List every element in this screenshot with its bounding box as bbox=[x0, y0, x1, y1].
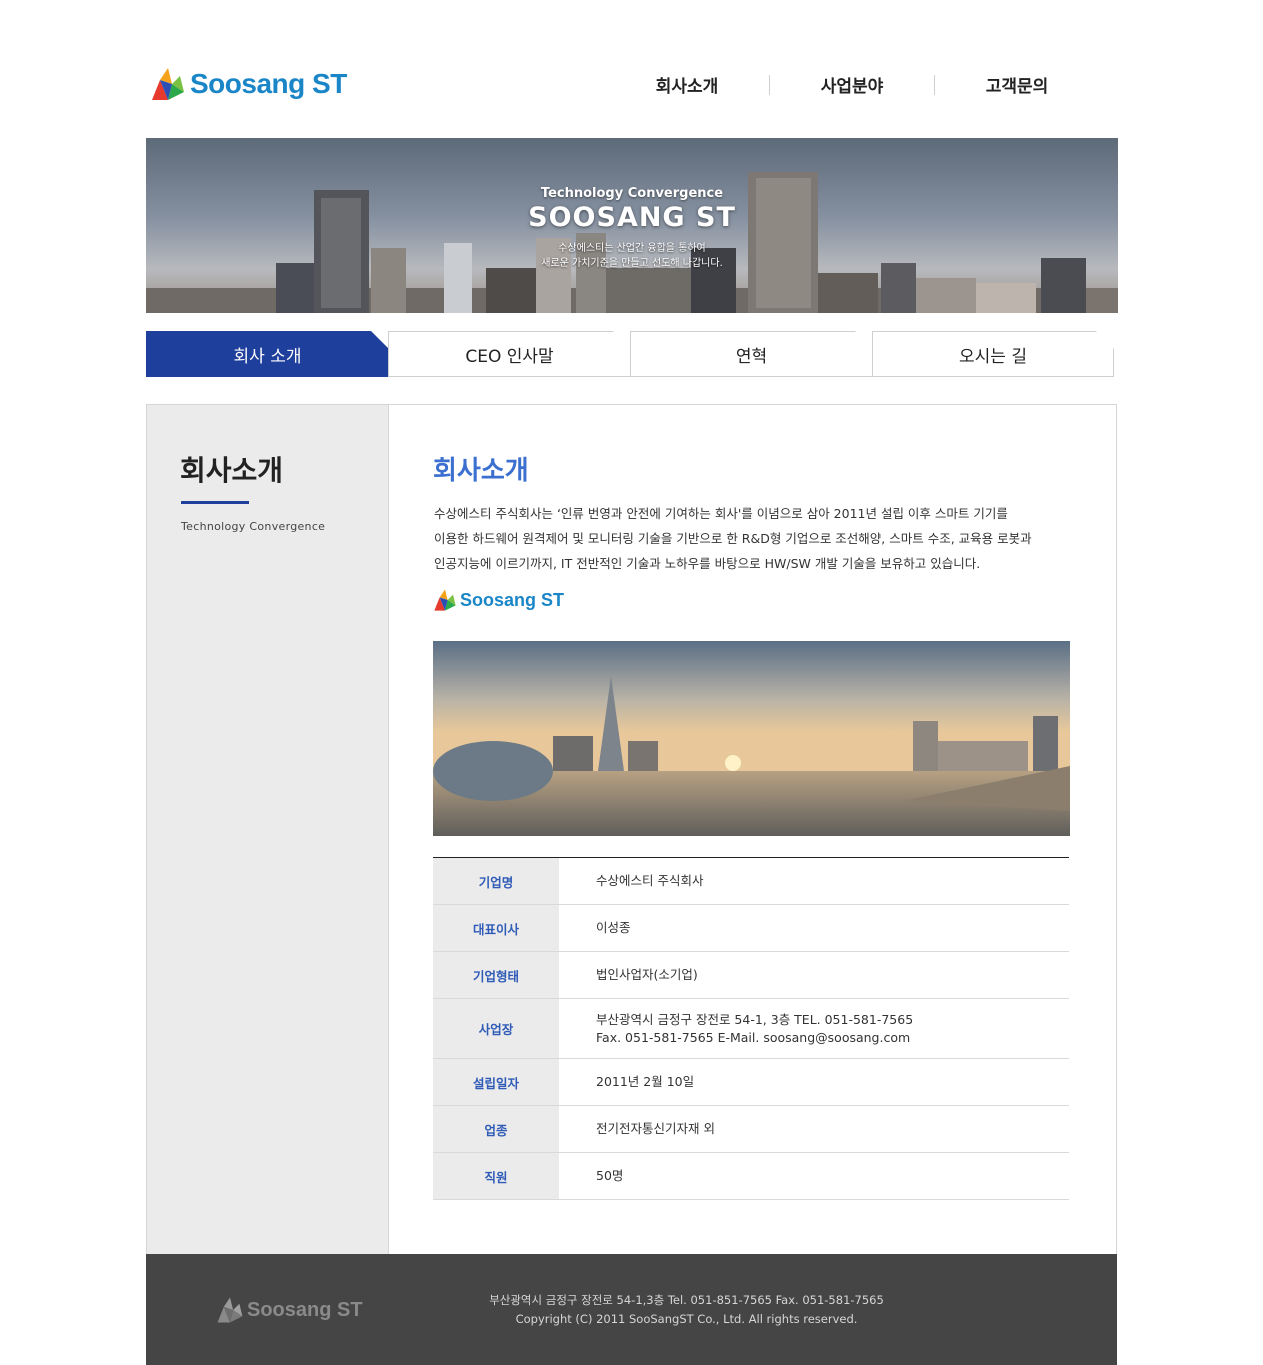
banner-description: 새로운 가치기준을 만들고 선도해 나갑니다. bbox=[541, 258, 723, 269]
info-value-text: 50명 bbox=[596, 1168, 624, 1183]
sidebar-title: 회사소개 bbox=[180, 454, 284, 487]
tab-directions[interactable]: 오시는 길 bbox=[872, 331, 1114, 377]
sidebar-title-underline bbox=[181, 501, 249, 504]
table-row: 설립일자 2011년 2월 10일 bbox=[433, 1059, 1069, 1106]
info-value-text: 2011년 2월 10일 bbox=[596, 1074, 695, 1089]
info-value: 수상에스티 주식회사 bbox=[559, 858, 1069, 904]
logo[interactable]: Soosang ST bbox=[150, 64, 347, 104]
table-row: 기업형태 법인사업자(소기업) bbox=[433, 952, 1069, 999]
intro-line: 이용한 하드웨어 원격제어 및 모니터링 기술을 기반으로 한 R&D형 기업으… bbox=[434, 531, 1032, 546]
tab-company-intro[interactable]: 회사 소개 bbox=[146, 331, 389, 377]
banner-description: 수상에스티는 산업간 융합을 통하여 bbox=[558, 243, 706, 254]
content-frame: 회사소개 Technology Convergence 회사소개 수상에스티 주… bbox=[146, 404, 1117, 1254]
info-value-text: 이성종 bbox=[596, 920, 631, 935]
info-value-text: 부산광역시 금정구 장전로 54-1, 3층 TEL. 051-581-7565 bbox=[596, 1011, 914, 1027]
hero-banner: Technology Convergence SOOSANG ST 수상에스티는… bbox=[146, 138, 1118, 313]
logo-mark-icon bbox=[152, 68, 184, 100]
banner-subtitle: Technology Convergence bbox=[540, 186, 724, 201]
banner-title: SOOSANG ST bbox=[528, 202, 736, 233]
nav-company[interactable]: 회사소개 bbox=[605, 72, 769, 97]
table-row: 대표이사 이성종 bbox=[433, 905, 1069, 952]
info-value: 부산광역시 금정구 장전로 54-1, 3층 TEL. 051-581-7565… bbox=[559, 999, 1069, 1058]
table-row: 기업명 수상에스티 주식회사 bbox=[433, 858, 1069, 905]
table-row: 업종 전기전자통신기자재 외 bbox=[433, 1106, 1069, 1153]
tab-history[interactable]: 연혁 bbox=[630, 331, 873, 377]
info-value: 법인사업자(소기업) bbox=[559, 952, 1069, 998]
info-label: 직원 bbox=[433, 1153, 559, 1199]
info-value: 전기전자통신기자재 외 bbox=[559, 1106, 1069, 1152]
info-value: 2011년 2월 10일 bbox=[559, 1059, 1069, 1105]
footer-copyright: Copyright (C) 2011 SooSangST Co., Ltd. A… bbox=[515, 1312, 858, 1326]
footer-address: 부산광역시 금정구 장전로 54-1,3층 Tel. 051-851-7565 … bbox=[489, 1293, 884, 1307]
info-label: 기업명 bbox=[433, 858, 559, 904]
content-logo-text: Soosang ST bbox=[460, 589, 565, 610]
company-info-table: 기업명 수상에스티 주식회사 대표이사 이성종 기업형태 법인사업자(소기업) … bbox=[433, 857, 1069, 1200]
intro-line: 인공지능에 이르기까지, IT 전반적인 기술과 노하우를 바탕으로 HW/SW… bbox=[434, 556, 981, 571]
sidebar: 회사소개 Technology Convergence bbox=[147, 405, 389, 1254]
info-value-text: 전기전자통신기자재 외 bbox=[596, 1121, 715, 1136]
table-row: 사업장 부산광역시 금정구 장전로 54-1, 3층 TEL. 051-581-… bbox=[433, 999, 1069, 1059]
info-label: 기업형태 bbox=[433, 952, 559, 998]
info-value-text: 수상에스티 주식회사 bbox=[596, 873, 704, 888]
main-nav: 회사소개 사업분야 고객문의 bbox=[605, 72, 1099, 97]
intro-line: 수상에스티 주식회사는 ‘인류 번영과 안전에 기여하는 회사'를 이념으로 삼… bbox=[434, 506, 1008, 521]
info-label: 업종 bbox=[433, 1106, 559, 1152]
intro-text: 수상에스티 주식회사는 ‘인류 번영과 안전에 기여하는 회사'를 이념으로 삼… bbox=[434, 501, 1074, 576]
content-logo: Soosang ST bbox=[433, 588, 564, 612]
info-value: 이성종 bbox=[559, 905, 1069, 951]
info-label: 설립일자 bbox=[433, 1059, 559, 1105]
info-label: 대표이사 bbox=[433, 905, 559, 951]
table-row: 직원 50명 bbox=[433, 1153, 1069, 1200]
logo-mark-icon bbox=[434, 589, 456, 611]
nav-contact[interactable]: 고객문의 bbox=[935, 72, 1099, 97]
footer: Soosang ST 부산광역시 금정구 장전로 54-1,3층 Tel. 05… bbox=[146, 1254, 1117, 1365]
info-value-text: Fax. 051-581-7565 E-Mail. soosang@soosan… bbox=[596, 1029, 911, 1045]
sub-tabs: 회사 소개 CEO 인사말 연혁 오시는 길 bbox=[146, 331, 1116, 377]
info-value: 50명 bbox=[559, 1153, 1069, 1199]
info-label: 사업장 bbox=[433, 999, 559, 1058]
tab-ceo-greeting[interactable]: CEO 인사말 bbox=[388, 331, 631, 377]
nav-business[interactable]: 사업분야 bbox=[770, 72, 934, 97]
info-value-text: 법인사업자(소기업) bbox=[596, 967, 698, 982]
logo-text: Soosang ST bbox=[190, 68, 347, 99]
riverside-city-photo bbox=[433, 641, 1070, 836]
sidebar-subtitle: Technology Convergence bbox=[181, 520, 326, 533]
page-title: 회사소개 bbox=[433, 456, 529, 486]
